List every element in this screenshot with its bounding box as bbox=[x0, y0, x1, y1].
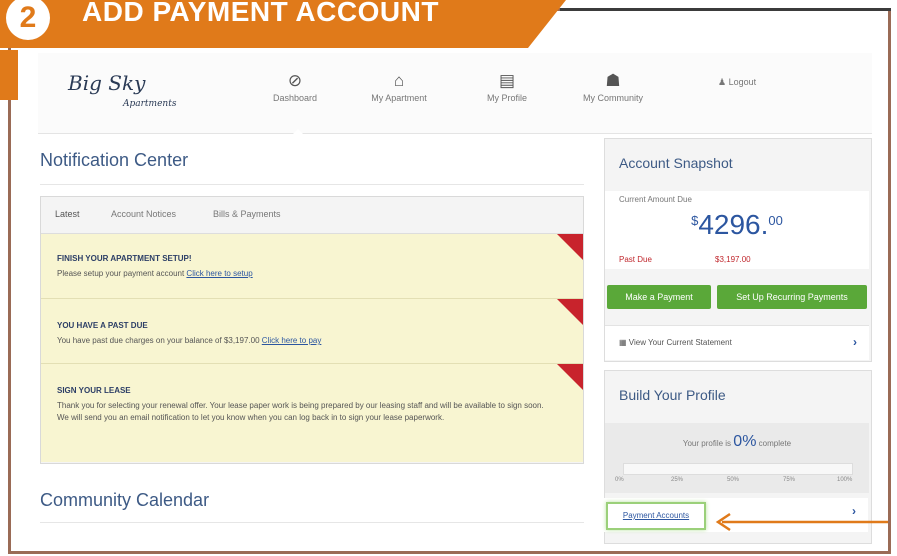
sidebar: Account Snapshot Current Amount Due $429… bbox=[604, 134, 872, 544]
notification-body: Please setup your payment account Click … bbox=[57, 268, 553, 280]
notification-text: Please setup your payment account bbox=[57, 269, 185, 278]
community-icon: ☗ bbox=[605, 71, 621, 90]
pct-value: 0% bbox=[733, 433, 757, 450]
notification-item: YOU HAVE A PAST DUE You have past due ch… bbox=[41, 299, 583, 364]
screenshot-frame: 2 ADD PAYMENT ACCOUNT Big Sky Apartments… bbox=[0, 0, 897, 556]
amount-whole: 4296. bbox=[698, 209, 769, 240]
divider bbox=[40, 184, 584, 185]
notification-body: Thank you for selecting your renewal off… bbox=[57, 401, 544, 422]
statement-icon: ▦ bbox=[619, 338, 629, 347]
nav-my-apartment[interactable]: ⌂ My Apartment bbox=[354, 71, 444, 103]
logo-subtext: Apartments bbox=[123, 99, 177, 109]
notification-tabs: Latest Account Notices Bills & Payments bbox=[41, 197, 583, 234]
step-banner: 2 ADD PAYMENT ACCOUNT bbox=[0, 0, 570, 50]
outer-border-top bbox=[560, 8, 891, 11]
nav-my-community[interactable]: ☗ My Community bbox=[568, 71, 658, 103]
users-icon: ♟ bbox=[718, 77, 727, 87]
notification-title: SIGN YOUR LEASE bbox=[57, 386, 131, 395]
nav-my-profile[interactable]: ▤ My Profile bbox=[462, 71, 552, 103]
profile-progress-area: Your profile is 0% complete 0% 25% 50% 7… bbox=[605, 423, 869, 493]
tab-account-notices[interactable]: Account Notices bbox=[111, 209, 176, 219]
nav-my-apartment-label: My Apartment bbox=[371, 93, 427, 103]
amount-cents: 00 bbox=[768, 213, 783, 228]
past-due-value: $3,197.00 bbox=[715, 255, 751, 264]
app-window: Big Sky Apartments ⊘ Dashboard ⌂ My Apar… bbox=[38, 53, 872, 544]
pct-prefix: Your profile is bbox=[682, 439, 732, 448]
notification-center-title: Notification Center bbox=[40, 150, 189, 170]
notification-item: FINISH YOUR APARTMENT SETUP! Please setu… bbox=[41, 234, 583, 299]
current-amount-label: Current Amount Due bbox=[619, 195, 692, 204]
nav-my-community-label: My Community bbox=[582, 93, 643, 103]
view-statement-label: View Your Current Statement bbox=[628, 338, 732, 347]
tab-latest[interactable]: Latest bbox=[55, 209, 80, 219]
notification-item: SIGN YOUR LEASE Thank you for selecting … bbox=[41, 364, 583, 462]
nav-dashboard[interactable]: ⊘ Dashboard bbox=[250, 71, 340, 137]
tick-label: 25% bbox=[671, 477, 684, 483]
logo-text: Big Sky bbox=[68, 71, 146, 95]
nav-dashboard-label: Dashboard bbox=[272, 93, 318, 103]
amount-due: $4296.00 bbox=[605, 209, 869, 241]
alert-flag-icon bbox=[557, 364, 583, 390]
view-statement-link[interactable]: ▦ View Your Current Statement bbox=[619, 338, 732, 347]
step-title: ADD PAYMENT ACCOUNT bbox=[82, 0, 439, 27]
nav-my-profile-label: My Profile bbox=[486, 93, 527, 103]
alert-flag-icon bbox=[557, 299, 583, 325]
account-snapshot-card: Account Snapshot Current Amount Due $429… bbox=[604, 138, 872, 362]
main-content: Notification Center Latest Account Notic… bbox=[38, 134, 590, 543]
notification-text: You have past due charges on your balanc… bbox=[57, 336, 260, 345]
pointer-arrow-icon bbox=[715, 512, 888, 532]
profile-completion: Your profile is 0% complete bbox=[605, 433, 869, 451]
logout-link[interactable]: ♟ Logout bbox=[718, 77, 756, 88]
tick-label: 100% bbox=[837, 477, 853, 483]
notification-panel: Latest Account Notices Bills & Payments … bbox=[40, 196, 584, 464]
community-calendar-title: Community Calendar bbox=[40, 490, 210, 510]
past-due-label: Past Due bbox=[619, 255, 652, 264]
logout-label: Logout bbox=[728, 77, 757, 87]
account-snapshot-title: Account Snapshot bbox=[619, 155, 733, 171]
chevron-right-icon[interactable]: › bbox=[853, 335, 857, 349]
notification-body: You have past due charges on your balanc… bbox=[57, 335, 553, 347]
dashboard-icon: ⊘ bbox=[287, 71, 303, 90]
profile-card-icon: ▤ bbox=[498, 71, 516, 90]
pay-link[interactable]: Click here to pay bbox=[262, 336, 322, 345]
snapshot-body: Current Amount Due $4296.00 Past Due $3,… bbox=[605, 191, 869, 269]
notification-title: YOU HAVE A PAST DUE bbox=[57, 321, 148, 330]
tab-bills-payments[interactable]: Bills & Payments bbox=[213, 209, 281, 219]
top-header: Big Sky Apartments ⊘ Dashboard ⌂ My Apar… bbox=[38, 53, 872, 137]
banner-stripe bbox=[0, 50, 18, 100]
notification-title: FINISH YOUR APARTMENT SETUP! bbox=[57, 254, 192, 263]
make-payment-button[interactable]: Make a Payment bbox=[607, 285, 711, 309]
setup-link[interactable]: Click here to setup bbox=[186, 269, 252, 278]
payment-accounts-link[interactable]: Payment Accounts bbox=[606, 502, 706, 530]
alert-flag-icon bbox=[557, 234, 583, 260]
tick-label: 0% bbox=[615, 477, 624, 483]
bigsky-logo[interactable]: Big Sky Apartments bbox=[68, 71, 176, 109]
tick-label: 75% bbox=[783, 477, 796, 483]
recurring-payments-button[interactable]: Set Up Recurring Payments bbox=[717, 285, 867, 309]
pct-suffix: complete bbox=[758, 439, 792, 448]
view-statement-row[interactable]: ▦ View Your Current Statement › bbox=[605, 325, 869, 360]
home-icon: ⌂ bbox=[393, 71, 405, 90]
divider bbox=[40, 522, 584, 523]
tick-label: 50% bbox=[727, 477, 740, 483]
profile-progress-bar bbox=[623, 463, 853, 475]
build-profile-title: Build Your Profile bbox=[619, 387, 726, 403]
amount-symbol: $ bbox=[691, 213, 699, 228]
